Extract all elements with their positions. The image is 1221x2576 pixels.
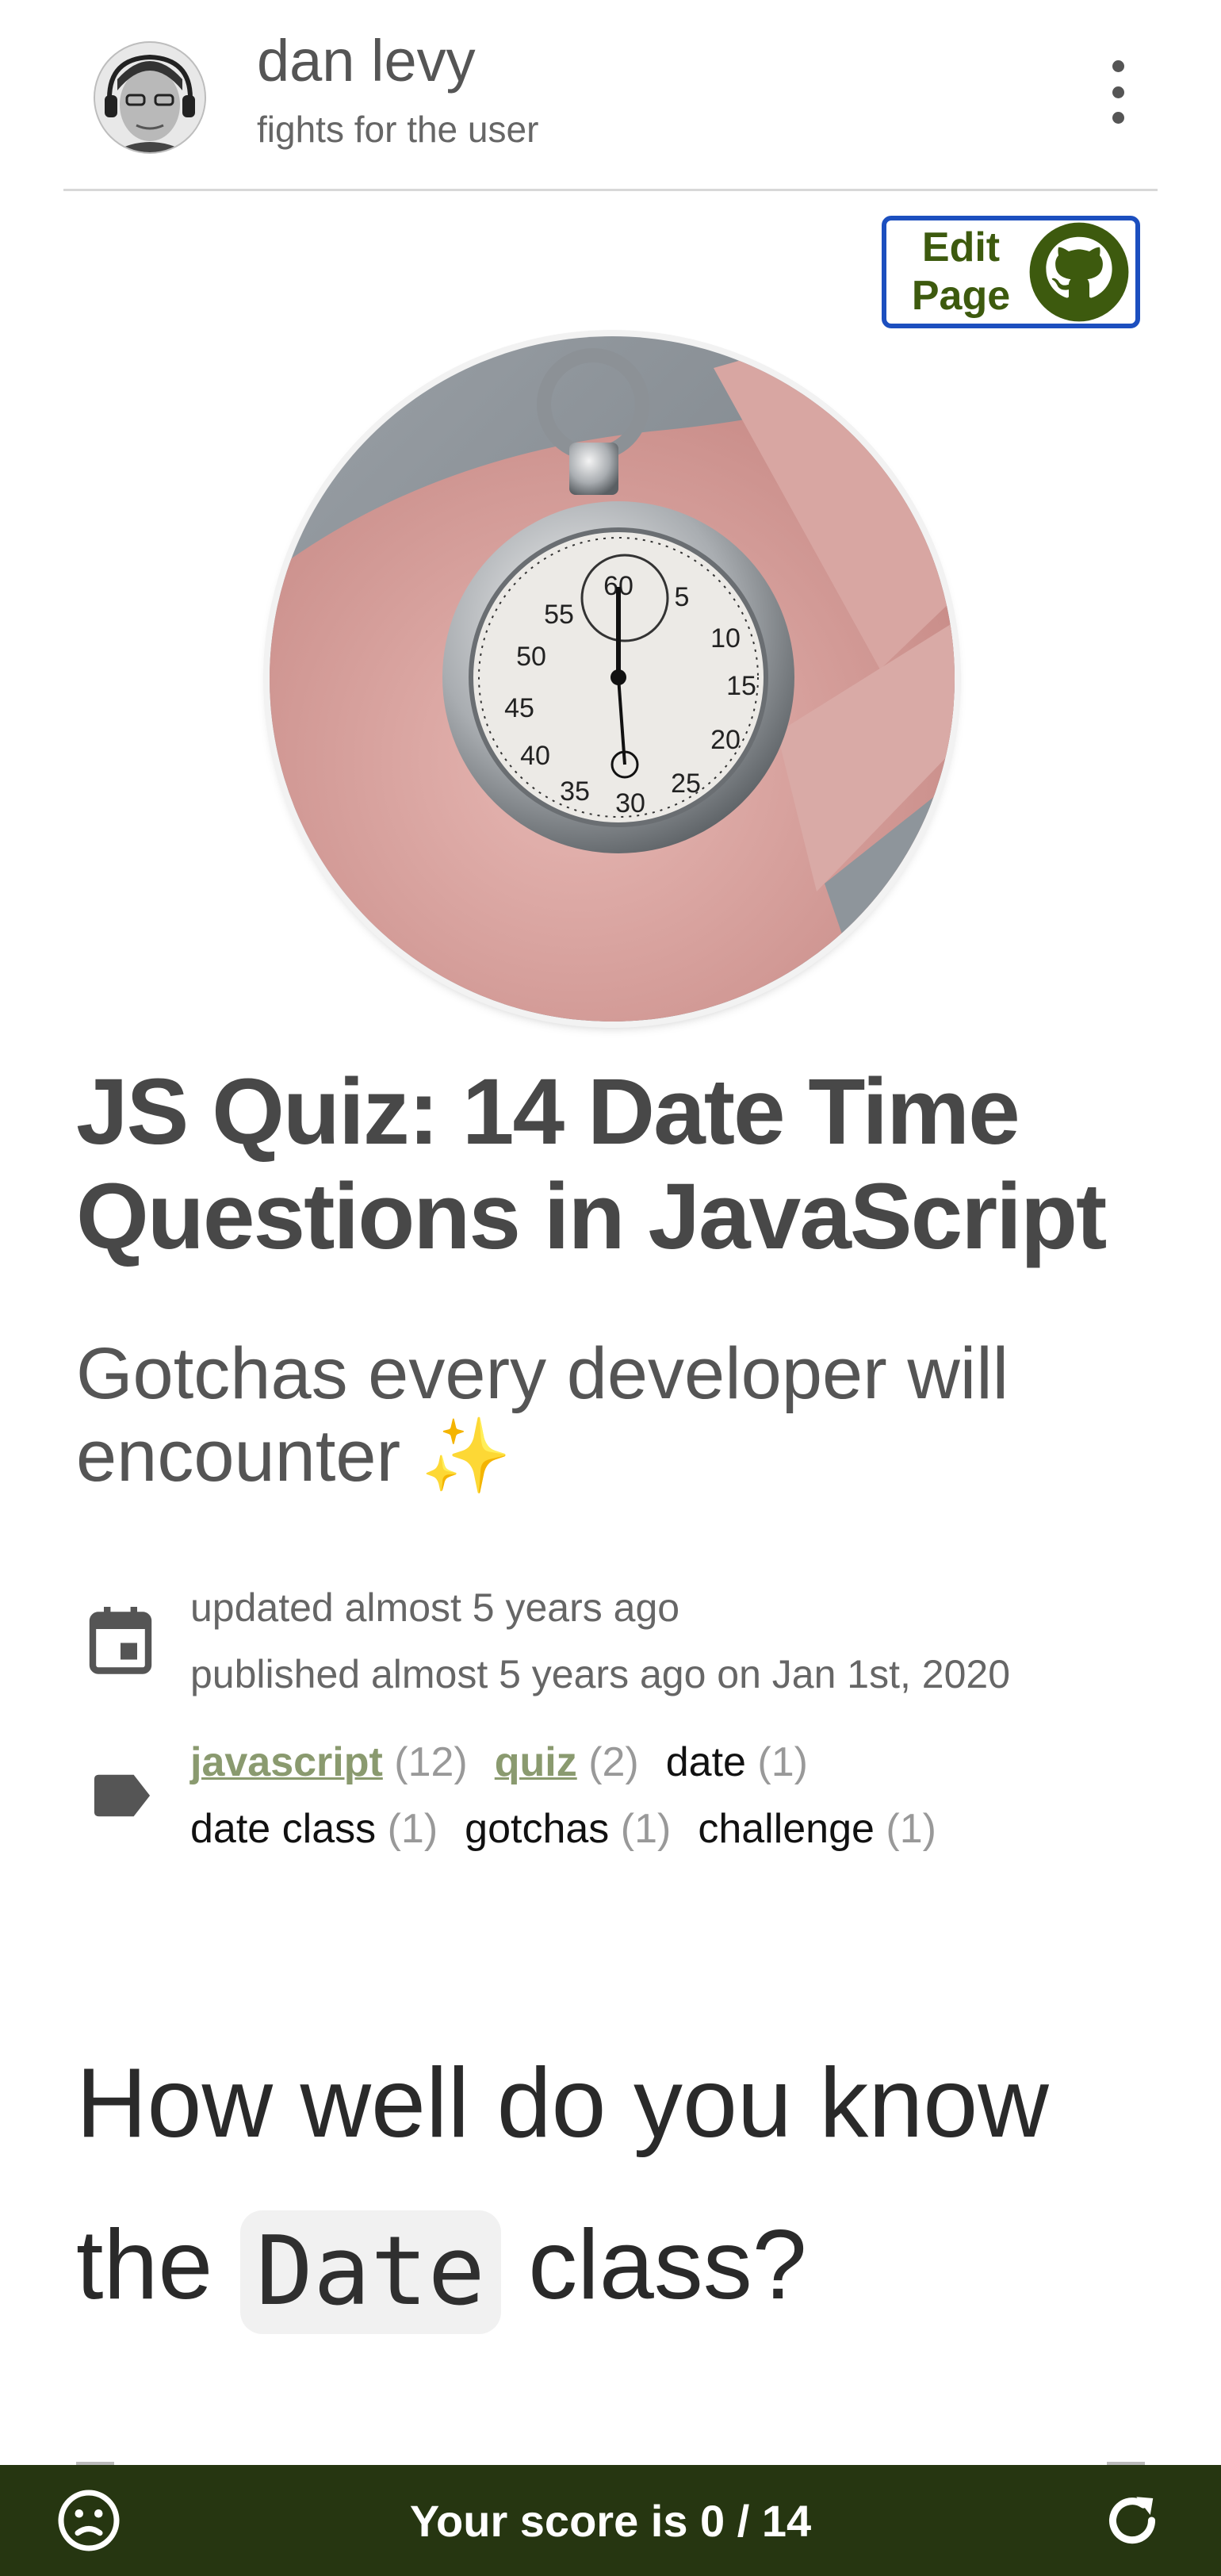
edit-page-button[interactable]: Edit Page xyxy=(882,216,1140,328)
svg-text:25: 25 xyxy=(671,769,701,799)
tag-list: javascript (12) quiz (2) date (1) date clas… xyxy=(190,1729,1158,1862)
svg-text:10: 10 xyxy=(710,623,741,654)
stopwatch-illustration: 60 5 10 15 20 25 30 35 40 45 50 55 xyxy=(270,336,955,1022)
score-text: Your score is 0 / 14 xyxy=(409,2495,812,2546)
svg-text:55: 55 xyxy=(544,600,574,630)
page: dan levy fights for the user Edit Page 6… xyxy=(0,0,1221,2576)
avatar-portrait xyxy=(95,43,205,152)
tag-date[interactable]: date (1) xyxy=(666,1729,808,1796)
tag-icon xyxy=(94,1774,151,1817)
tag-challenge[interactable]: challenge (1) xyxy=(698,1796,936,1862)
svg-text:5: 5 xyxy=(675,582,690,612)
dot-icon xyxy=(1112,112,1124,124)
github-icon xyxy=(1029,222,1129,322)
site-tagline: fights for the user xyxy=(257,109,539,150)
refresh-icon[interactable] xyxy=(1099,2487,1166,2554)
updated-date: updated almost 5 years ago xyxy=(190,1585,680,1630)
date-code-chip: Date xyxy=(239,2210,501,2335)
dot-icon xyxy=(1112,86,1124,98)
tag-date-class[interactable]: date class (1) xyxy=(190,1796,438,1862)
svg-text:50: 50 xyxy=(516,642,546,672)
section-heading: How well do you know the Date class? xyxy=(76,2022,1170,2346)
more-menu-button[interactable] xyxy=(1102,60,1134,124)
svg-text:30: 30 xyxy=(615,788,645,818)
svg-text:35: 35 xyxy=(560,776,590,807)
edit-page-label: Edit Page xyxy=(911,224,1011,319)
avatar[interactable] xyxy=(94,41,206,154)
dot-icon xyxy=(1112,60,1124,72)
hero-image: 60 5 10 15 20 25 30 35 40 45 50 55 xyxy=(270,336,955,1022)
svg-text:45: 45 xyxy=(504,693,534,723)
tag-gotchas[interactable]: gotchas (1) xyxy=(465,1796,671,1862)
article-title: JS Quiz: 14 Date Time Questions in JavaS… xyxy=(76,1060,1107,1269)
published-date: published almost 5 years ago on Jan 1st,… xyxy=(190,1652,1011,1696)
calendar-icon xyxy=(89,1607,152,1674)
tag-javascript[interactable]: javascript (12) xyxy=(190,1729,468,1796)
svg-text:20: 20 xyxy=(710,725,741,755)
svg-text:15: 15 xyxy=(726,671,756,701)
site-title[interactable]: dan levy xyxy=(257,29,476,94)
tag-quiz[interactable]: quiz (2) xyxy=(495,1729,639,1796)
neutral-face-icon xyxy=(58,2490,120,2551)
article-subtitle: Gotchas every developer will encounter ✨ xyxy=(76,1333,1009,1497)
svg-text:40: 40 xyxy=(520,741,550,771)
site-header: dan levy fights for the user xyxy=(63,0,1158,191)
score-bar: Your score is 0 / 14 xyxy=(0,2465,1221,2576)
